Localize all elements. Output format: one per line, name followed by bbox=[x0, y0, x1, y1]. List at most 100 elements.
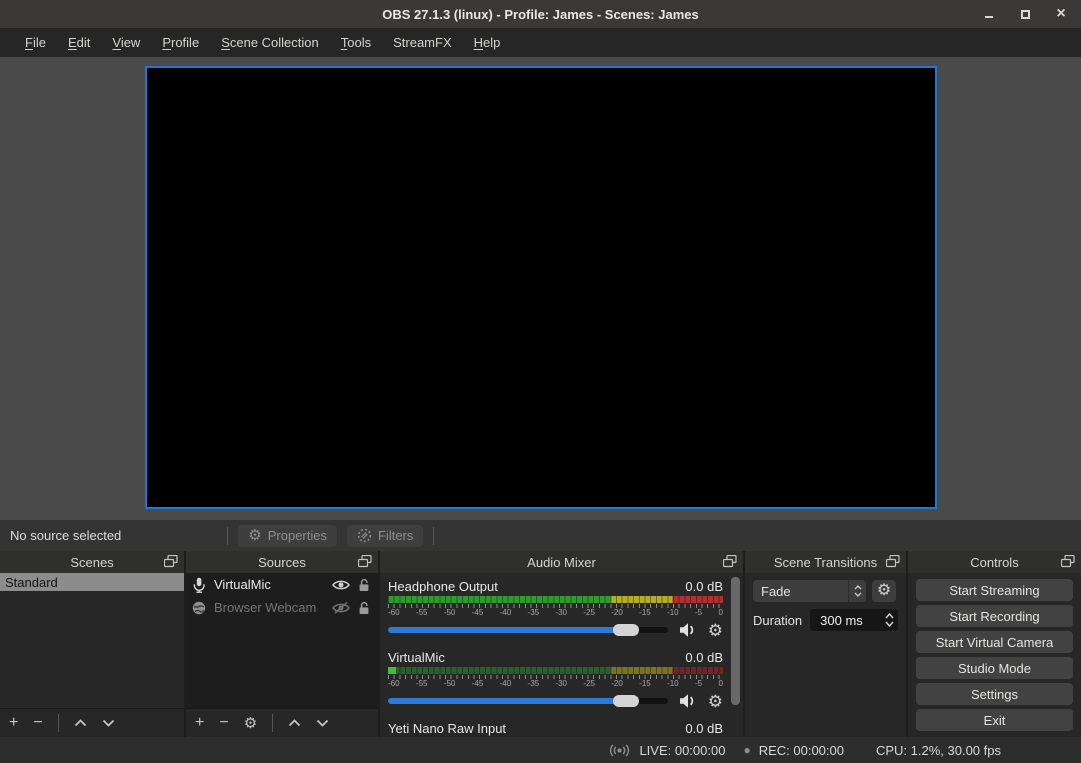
channel-settings-gear-icon[interactable]: ⚙ bbox=[708, 693, 723, 710]
channel-name: Yeti Nano Raw Input bbox=[388, 721, 506, 736]
speaker-icon[interactable] bbox=[678, 693, 698, 709]
menu-scene-collection[interactable]: Scene Collection bbox=[210, 31, 330, 54]
scene-label: Standard bbox=[5, 575, 58, 590]
duration-label: Duration bbox=[753, 613, 802, 628]
menu-tools[interactable]: Tools bbox=[330, 31, 382, 54]
controls-title: Controls bbox=[970, 555, 1018, 570]
start-recording-button[interactable]: Start Recording bbox=[916, 605, 1073, 627]
menu-edit[interactable]: Edit bbox=[57, 31, 101, 54]
transition-select[interactable]: Fade bbox=[753, 580, 866, 602]
popout-icon[interactable] bbox=[886, 555, 900, 568]
channel-db: 0.0 dB bbox=[685, 579, 723, 594]
select-spinner[interactable] bbox=[848, 580, 866, 602]
status-bar: LIVE: 00:00:00 ● REC: 00:00:00 CPU: 1.2%… bbox=[0, 737, 1081, 763]
scenes-list[interactable]: Standard bbox=[0, 573, 184, 708]
sources-header[interactable]: Sources bbox=[186, 551, 378, 573]
menu-streamfx[interactable]: StreamFX bbox=[382, 31, 463, 54]
studio-mode-button[interactable]: Studio Mode bbox=[916, 657, 1073, 679]
filters-icon bbox=[357, 528, 372, 543]
scenes-title: Scenes bbox=[70, 555, 113, 570]
visibility-icon[interactable] bbox=[332, 579, 350, 591]
popout-icon[interactable] bbox=[1061, 555, 1075, 568]
gear-icon: ⚙ bbox=[877, 583, 891, 599]
scene-item-standard[interactable]: Standard bbox=[0, 573, 184, 591]
visibility-off-icon[interactable] bbox=[332, 602, 350, 614]
transitions-title: Scene Transitions bbox=[774, 555, 877, 570]
maximize-button[interactable] bbox=[1017, 6, 1033, 22]
minimize-icon bbox=[985, 16, 993, 18]
start-virtual-camera-button[interactable]: Start Virtual Camera bbox=[916, 631, 1073, 653]
live-time: LIVE: 00:00:00 bbox=[639, 743, 725, 758]
menu-bar: File Edit View Profile Scene Collection … bbox=[0, 28, 1081, 57]
close-icon: × bbox=[1056, 6, 1065, 22]
start-streaming-button[interactable]: Start Streaming bbox=[916, 579, 1073, 601]
exit-button[interactable]: Exit bbox=[916, 709, 1073, 731]
move-source-up-button[interactable] bbox=[288, 719, 301, 727]
mixer-scrollbar[interactable] bbox=[731, 577, 740, 705]
scene-transitions-dock: Scene Transitions Fade bbox=[745, 551, 906, 737]
close-button[interactable]: × bbox=[1053, 6, 1069, 22]
spin-up-icon[interactable] bbox=[885, 613, 894, 619]
move-scene-down-button[interactable] bbox=[102, 719, 115, 727]
slider-handle[interactable] bbox=[613, 695, 639, 707]
obs-window: OBS 27.1.3 (linux) - Profile: James - Sc… bbox=[0, 0, 1081, 763]
source-item-browser-webcam[interactable]: Browser Webcam bbox=[186, 596, 378, 619]
globe-icon bbox=[192, 601, 206, 615]
menu-profile[interactable]: Profile bbox=[151, 31, 210, 54]
record-dot-icon: ● bbox=[743, 743, 750, 757]
volume-meter bbox=[388, 667, 723, 674]
source-label: VirtualMic bbox=[214, 577, 324, 592]
add-source-button[interactable]: + bbox=[195, 715, 204, 731]
remove-scene-button[interactable]: − bbox=[33, 715, 42, 731]
properties-button[interactable]: ⚙ Properties bbox=[238, 525, 337, 547]
window-title: OBS 27.1.3 (linux) - Profile: James - Sc… bbox=[382, 7, 698, 22]
spin-down-icon[interactable] bbox=[885, 621, 894, 627]
lock-open-icon[interactable] bbox=[358, 601, 370, 615]
controls-header[interactable]: Controls bbox=[908, 551, 1081, 573]
source-label: Browser Webcam bbox=[214, 600, 324, 615]
volume-slider[interactable] bbox=[388, 693, 668, 709]
source-item-virtualmic[interactable]: VirtualMic bbox=[186, 573, 378, 596]
filters-button[interactable]: Filters bbox=[347, 525, 423, 547]
popout-icon[interactable] bbox=[358, 555, 372, 568]
properties-label: Properties bbox=[268, 528, 327, 543]
audio-mixer-title: Audio Mixer bbox=[527, 555, 596, 570]
duration-spinbox[interactable]: 300 ms bbox=[810, 609, 898, 631]
channel-settings-gear-icon[interactable]: ⚙ bbox=[708, 622, 723, 639]
transition-properties-button[interactable]: ⚙ bbox=[872, 580, 896, 602]
popout-icon[interactable] bbox=[723, 555, 737, 568]
broadcast-icon bbox=[608, 744, 631, 757]
controls-body: Start Streaming Start Recording Start Vi… bbox=[908, 573, 1081, 737]
channel-name: Headphone Output bbox=[388, 579, 498, 594]
scenes-header[interactable]: Scenes bbox=[0, 551, 184, 573]
settings-button[interactable]: Settings bbox=[916, 683, 1073, 705]
filters-label: Filters bbox=[378, 528, 413, 543]
sources-title: Sources bbox=[258, 555, 306, 570]
audio-mixer-header[interactable]: Audio Mixer bbox=[380, 551, 743, 573]
microphone-icon bbox=[192, 577, 206, 593]
menu-file[interactable]: File bbox=[14, 31, 57, 54]
menu-view[interactable]: View bbox=[101, 31, 151, 54]
title-bar[interactable]: OBS 27.1.3 (linux) - Profile: James - Sc… bbox=[0, 0, 1081, 28]
meter-scale: -60-55-50-45-40-35-30-25-20-15-10-50 bbox=[388, 608, 723, 617]
speaker-icon[interactable] bbox=[678, 622, 698, 638]
add-scene-button[interactable]: + bbox=[9, 715, 18, 731]
mixer-channel-virtualmic: VirtualMic 0.0 dB -60-55-50-45-40-35-30-… bbox=[388, 649, 723, 711]
sources-dock: Sources VirtualMic bbox=[186, 551, 378, 737]
chevron-up-icon bbox=[854, 585, 862, 590]
slider-handle[interactable] bbox=[613, 624, 639, 636]
minimize-button[interactable] bbox=[981, 6, 997, 22]
lock-open-icon[interactable] bbox=[358, 578, 370, 592]
popout-icon[interactable] bbox=[164, 555, 178, 568]
toolbar-separator bbox=[272, 714, 273, 732]
volume-slider[interactable] bbox=[388, 622, 668, 638]
menu-help[interactable]: Help bbox=[463, 31, 512, 54]
preview-canvas[interactable] bbox=[145, 66, 937, 509]
sources-list[interactable]: VirtualMic Browser Webcam bbox=[186, 573, 378, 708]
remove-source-button[interactable]: − bbox=[219, 715, 228, 731]
move-source-down-button[interactable] bbox=[316, 719, 329, 727]
source-properties-button[interactable]: ⚙ bbox=[244, 716, 257, 731]
transitions-header[interactable]: Scene Transitions bbox=[745, 551, 906, 573]
mixer-channel-headphone: Headphone Output 0.0 dB -60-55-50-45-40-… bbox=[388, 578, 723, 640]
move-scene-up-button[interactable] bbox=[74, 719, 87, 727]
